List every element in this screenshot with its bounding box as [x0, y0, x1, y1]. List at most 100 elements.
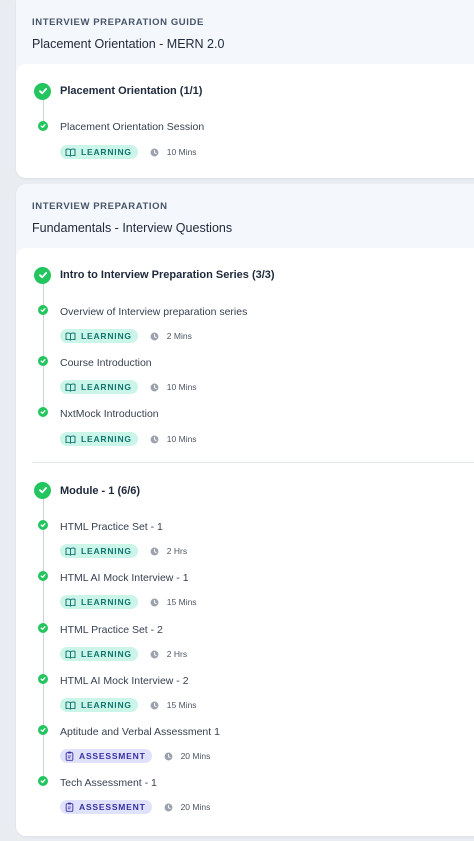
module-title[interactable]: Module - 1 (6/6) [60, 485, 140, 497]
book-open-icon [65, 650, 76, 659]
check-circle-icon [38, 674, 48, 684]
check-circle-icon [34, 82, 51, 100]
lesson-meta: LEARNING 15 Mins [60, 595, 197, 609]
module-title[interactable]: Intro to Interview Preparation Series (3… [60, 269, 275, 281]
lesson-meta: LEARNING 2 Hrs [60, 544, 187, 558]
tag-label: LEARNING [81, 700, 132, 710]
learning-badge: LEARNING [60, 698, 138, 712]
lesson-meta: LEARNING 10 Mins [60, 432, 197, 446]
check-circle-icon [38, 571, 48, 581]
tag-label: ASSESSMENT [79, 802, 146, 812]
learning-badge: LEARNING [60, 145, 138, 159]
clock-icon [150, 701, 159, 710]
section-fundamentals: INTERVIEW PREPARATION Fundamentals - Int… [16, 184, 474, 836]
tag-label: LEARNING [81, 331, 132, 341]
book-open-icon [65, 598, 76, 607]
tag-label: LEARNING [81, 546, 132, 556]
lesson-title[interactable]: HTML AI Mock Interview - 1 [60, 572, 189, 584]
check-circle-icon [38, 356, 48, 366]
lesson-title[interactable]: Aptitude and Verbal Assessment 1 [60, 726, 220, 738]
lesson-meta: ASSESSMENT 20 Mins [60, 800, 210, 814]
duration-text: 10 Mins [166, 147, 197, 157]
check-circle-icon [38, 623, 48, 633]
check-circle-icon [34, 266, 51, 284]
lesson-title[interactable]: HTML Practice Set - 1 [60, 521, 163, 533]
lesson-meta: ASSESSMENT 20 Mins [60, 749, 210, 763]
lesson-title[interactable]: Overview of Interview preparation series [60, 306, 247, 318]
duration-text: 15 Mins [166, 597, 197, 607]
assessment-badge: ASSESSMENT [60, 800, 152, 814]
book-open-icon [65, 383, 76, 392]
progress-connector [42, 100, 44, 122]
check-circle-icon [38, 725, 48, 735]
tag-label: LEARNING [81, 382, 132, 392]
lesson-title[interactable]: Course Introduction [60, 357, 152, 369]
module-title[interactable]: Placement Orientation (1/1) [60, 85, 202, 97]
tag-label: LEARNING [81, 434, 132, 444]
clock-icon [150, 598, 159, 607]
check-circle-icon [38, 776, 48, 786]
duration-text: 10 Mins [166, 382, 197, 392]
section-title: Fundamentals - Interview Questions [32, 221, 233, 235]
check-circle-icon [38, 305, 48, 315]
tag-label: LEARNING [81, 649, 132, 659]
book-open-icon [65, 435, 76, 444]
clock-icon [150, 650, 159, 659]
clipboard-icon [65, 751, 74, 761]
check-circle-icon [38, 407, 48, 417]
lesson-title[interactable]: HTML Practice Set - 2 [60, 624, 163, 636]
duration-text: 2 Hrs [166, 546, 188, 556]
book-open-icon [65, 547, 76, 556]
duration-text: 2 Hrs [166, 649, 188, 659]
module-card: Placement Orientation (1/1) Placement Or… [16, 64, 474, 178]
tag-label: LEARNING [81, 147, 132, 157]
duration-text: 20 Mins [180, 802, 211, 812]
duration-text: 20 Mins [180, 751, 211, 761]
section-title: Placement Orientation - MERN 2.0 [32, 37, 225, 51]
duration-text: 10 Mins [166, 434, 197, 444]
clock-icon [150, 383, 159, 392]
assessment-badge: ASSESSMENT [60, 749, 152, 763]
clipboard-icon [65, 802, 74, 812]
book-open-icon [65, 701, 76, 710]
check-circle-icon [34, 481, 51, 499]
module-header[interactable] [34, 480, 51, 500]
lesson-title[interactable]: Placement Orientation Session [60, 121, 204, 133]
learning-badge: LEARNING [60, 544, 138, 558]
duration-text: 2 Mins [166, 331, 192, 341]
check-circle-icon [38, 121, 48, 131]
module-card: Intro to Interview Preparation Series (3… [16, 248, 474, 836]
clock-icon [164, 803, 173, 812]
lesson-title[interactable]: Tech Assessment - 1 [60, 777, 157, 789]
learning-badge: LEARNING [60, 432, 138, 446]
lesson-title[interactable]: HTML AI Mock Interview - 2 [60, 675, 189, 687]
book-open-icon [65, 332, 76, 341]
learning-badge: LEARNING [60, 329, 138, 343]
progress-connector [42, 499, 44, 784]
module-divider [32, 462, 474, 463]
section-overline: INTERVIEW PREPARATION [32, 201, 168, 212]
lesson-meta: LEARNING 10 Mins [60, 380, 197, 394]
learning-badge: LEARNING [60, 380, 138, 394]
progress-connector [42, 284, 44, 412]
module-header[interactable] [34, 265, 51, 285]
book-open-icon [65, 148, 76, 157]
module-header[interactable] [34, 81, 51, 101]
lesson-meta: LEARNING 2 Mins [60, 329, 192, 343]
clock-icon [150, 435, 159, 444]
course-outline-page: INTERVIEW PREPARATION GUIDE Placement Or… [0, 0, 474, 841]
section-overline: INTERVIEW PREPARATION GUIDE [32, 17, 204, 28]
section-placement-orientation: INTERVIEW PREPARATION GUIDE Placement Or… [16, 0, 474, 178]
lesson-meta: LEARNING 10 Mins [60, 145, 197, 159]
lesson-meta: LEARNING 15 Mins [60, 698, 197, 712]
tag-label: LEARNING [81, 597, 132, 607]
tag-label: ASSESSMENT [79, 751, 146, 761]
clock-icon [164, 752, 173, 761]
clock-icon [150, 547, 159, 556]
lesson-title[interactable]: NxtMock Introduction [60, 408, 159, 420]
learning-badge: LEARNING [60, 595, 138, 609]
clock-icon [150, 332, 159, 341]
learning-badge: LEARNING [60, 647, 138, 661]
clock-icon [150, 148, 159, 157]
check-circle-icon [38, 520, 48, 530]
